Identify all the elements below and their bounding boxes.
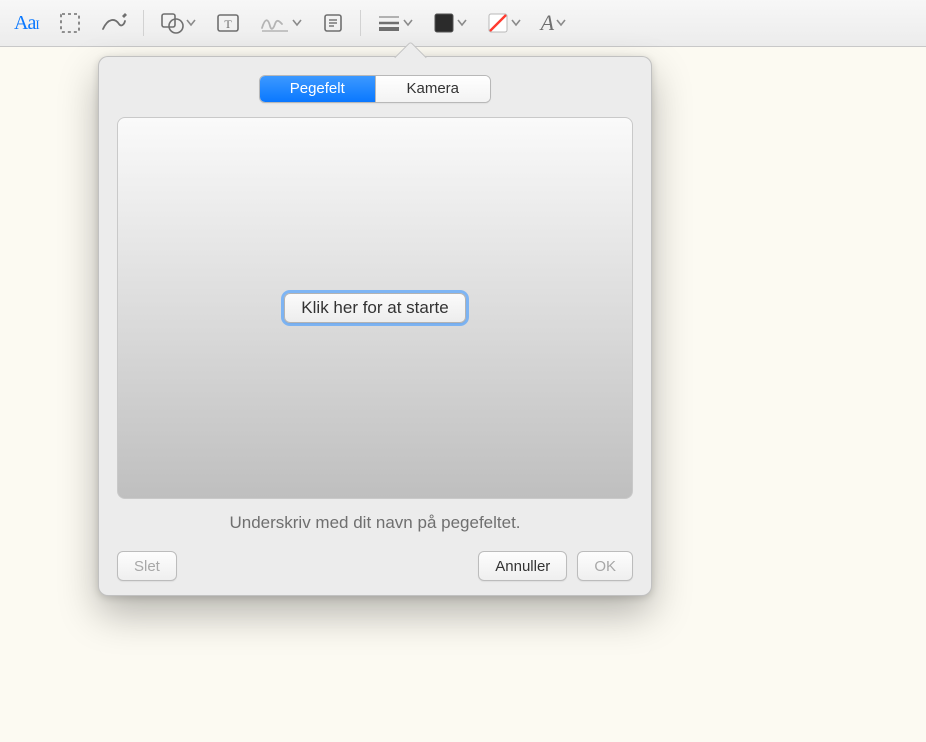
clear-button[interactable]: Slet [117,551,177,581]
cancel-button[interactable]: Annuller [478,551,567,581]
line-style-button[interactable] [367,5,423,41]
signature-icon [260,12,290,34]
start-button[interactable]: Klik her for at starte [284,293,465,323]
chevron-down-icon [457,19,467,27]
source-segmented-control: Pegefelt Kamera [259,75,491,103]
chevron-down-icon [511,19,521,27]
markup-toolbar: AaI T A [0,0,926,47]
sketch-icon [101,12,127,34]
stroke-color-button[interactable] [477,5,531,41]
shapes-icon [160,12,184,34]
fill-color-icon [433,12,455,34]
text-style-icon: AaI [14,12,39,35]
selection-button[interactable] [49,5,91,41]
tab-trackpad[interactable]: Pegefelt [260,76,375,102]
textbox-icon: T [216,12,240,34]
chevron-down-icon [556,19,566,27]
chevron-down-icon [403,19,413,27]
text-style-button[interactable]: AaI [4,5,49,41]
toolbar-separator [360,10,361,36]
ok-button[interactable]: OK [577,551,633,581]
textbox-button[interactable]: T [206,5,250,41]
signature-canvas[interactable]: Klik her for at starte [117,117,633,499]
signature-popover: Pegefelt Kamera Klik her for at starte U… [98,56,652,596]
tab-camera[interactable]: Kamera [375,76,491,102]
note-icon [322,12,344,34]
shapes-button[interactable] [150,5,206,41]
fill-color-button[interactable] [423,5,477,41]
hint-text: Underskriv med dit navn på pegefeltet. [117,513,633,533]
selection-icon [59,12,81,34]
sketch-button[interactable] [91,5,137,41]
font-icon: A [541,10,554,36]
signature-button[interactable] [250,5,312,41]
svg-text:T: T [224,17,232,31]
line-style-icon [377,13,401,33]
font-button[interactable]: A [531,5,576,41]
chevron-down-icon [292,19,302,27]
note-button[interactable] [312,5,354,41]
chevron-down-icon [186,19,196,27]
popover-footer: Slet Annuller OK [117,551,633,581]
toolbar-separator [143,10,144,36]
stroke-color-icon [487,12,509,34]
